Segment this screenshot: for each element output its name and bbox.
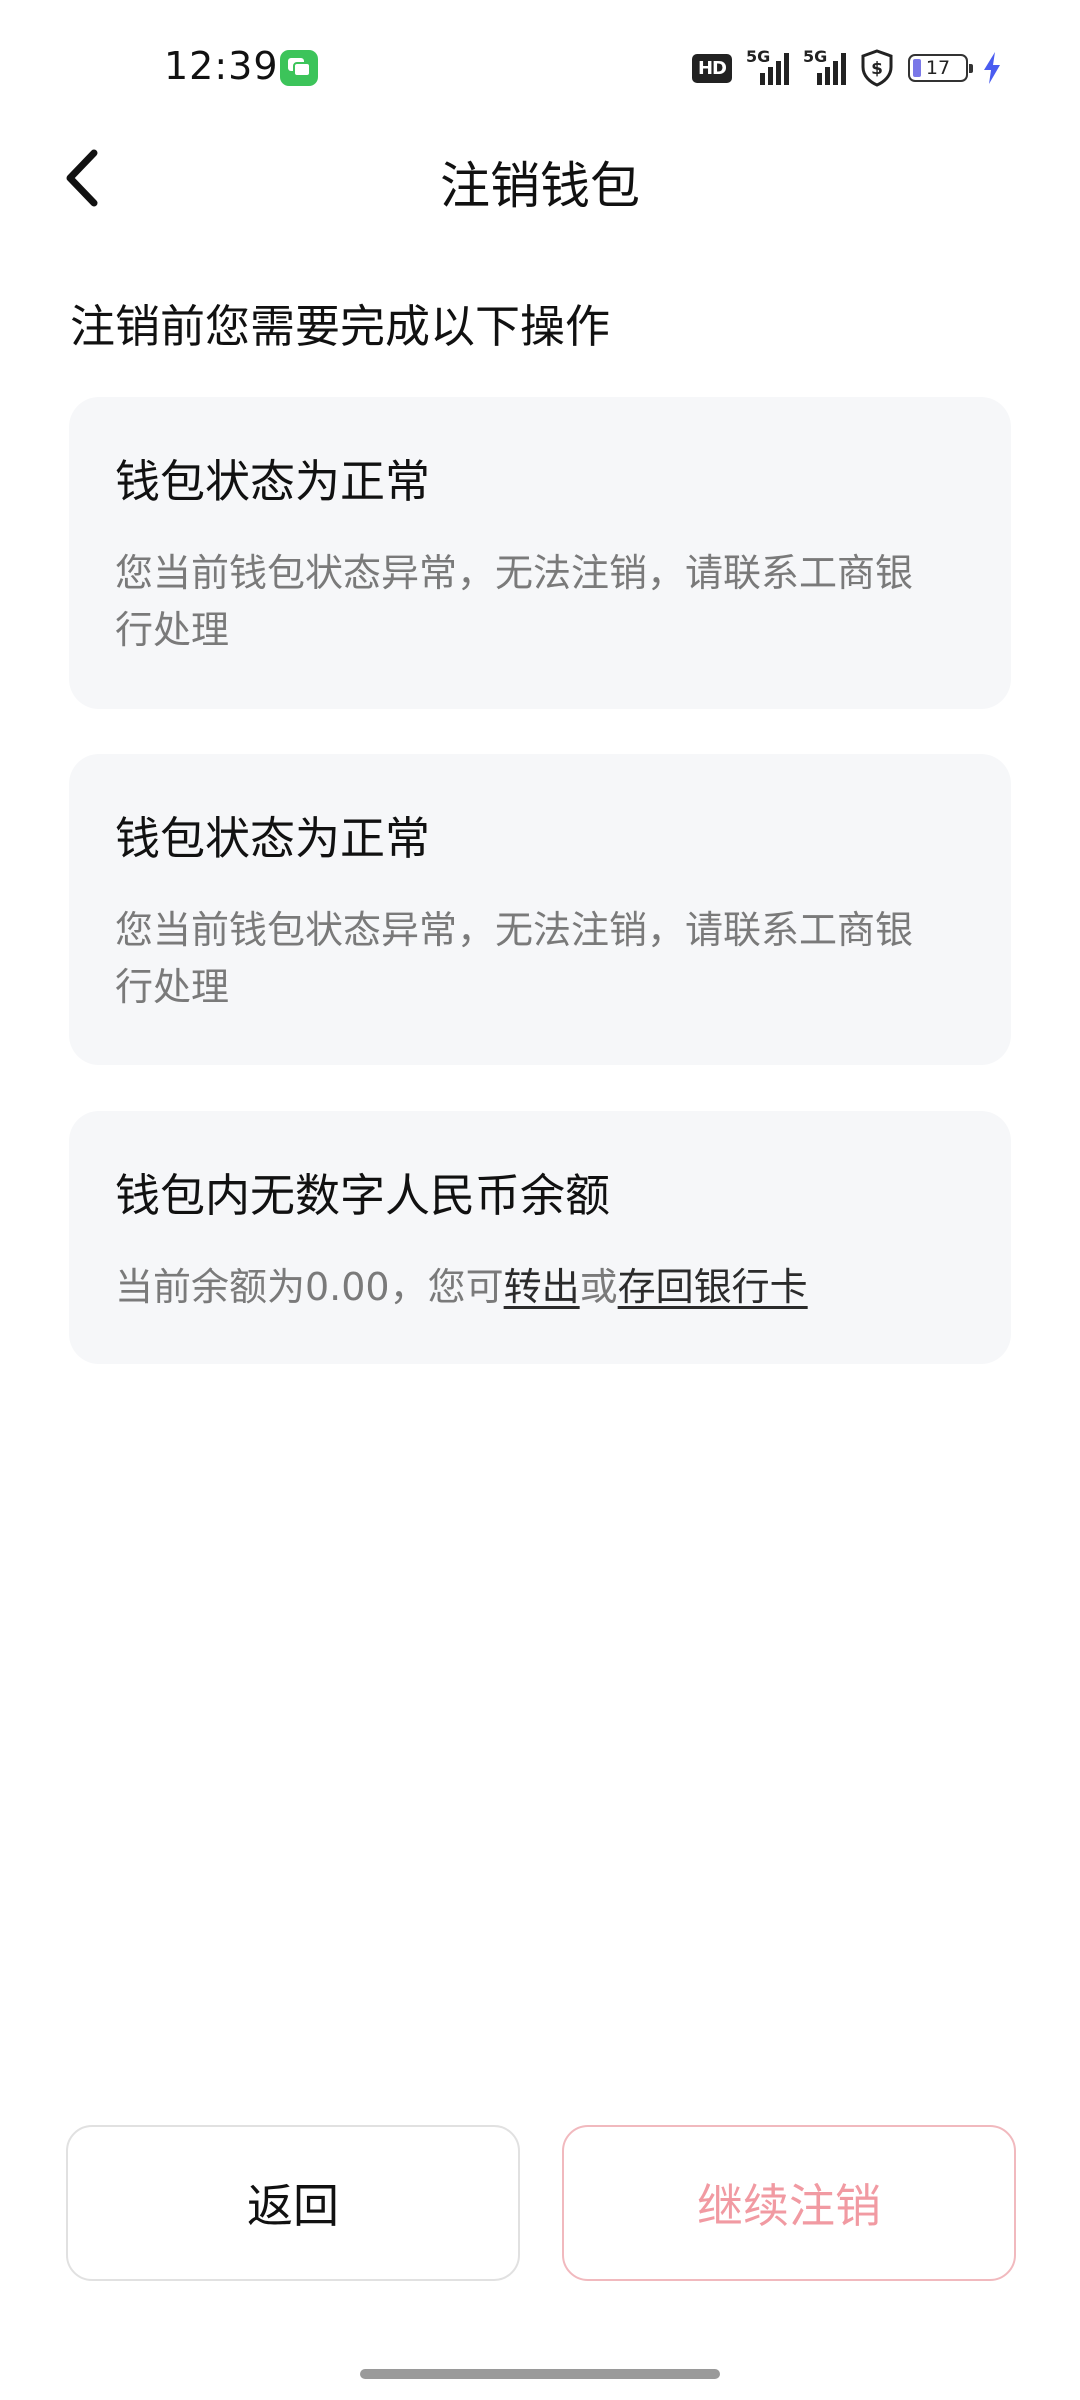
card-title: 钱包状态为正常: [115, 455, 431, 508]
balance-text: 当前余额为0.00，您可: [115, 1265, 504, 1309]
return-button[interactable]: 返回: [66, 2125, 520, 2281]
deposit-to-bank-card-link[interactable]: 存回银行卡: [618, 1265, 808, 1309]
svg-text:$: $: [871, 59, 883, 79]
card-description-line: 您当前钱包状态异常，无法注销，请联系工商银: [115, 551, 914, 595]
requirement-card-balance: 钱包内无数字人民币余额 当前余额为0.00，您可转出或存回银行卡: [69, 1111, 1011, 1364]
screen: 12:39 HD 5G 5G $ 17 注销钱包 注销前您需要完成以下操作 钱包…: [0, 0, 1080, 2400]
status-bar: 12:39 HD 5G 5G $ 17: [0, 0, 1080, 140]
home-indicator[interactable]: [360, 2369, 720, 2379]
card-description: 您当前钱包状态异常，无法注销，请联系工商银 行处理: [115, 902, 951, 1016]
battery-level: 17: [925, 57, 951, 79]
requirement-card-status: 钱包状态为正常 您当前钱包状态异常，无法注销，请联系工商银 行处理: [69, 397, 1011, 709]
card-description-line: 行处理: [115, 965, 230, 1009]
status-indicators: HD 5G 5G $ 17: [691, 47, 1002, 88]
signal-strength-icon-2: 5G: [803, 47, 846, 85]
requirement-card-status-2: 钱包状态为正常 您当前钱包状态异常，无法注销，请联系工商银 行处理: [69, 754, 1011, 1065]
card-title: 钱包内无数字人民币余额: [115, 1169, 611, 1222]
network-type-label-2: 5G: [803, 47, 828, 66]
or-text: 或: [579, 1265, 618, 1309]
page-title: 注销钱包: [440, 157, 640, 215]
transfer-out-link[interactable]: 转出: [504, 1265, 580, 1309]
hd-voice-icon: HD: [691, 53, 732, 83]
continue-cancel-button[interactable]: 继续注销: [562, 2125, 1016, 2281]
network-type-label: 5G: [746, 47, 771, 66]
battery-icon: 17: [908, 54, 973, 82]
signal-strength-icon: 5G: [746, 47, 789, 85]
card-title: 钱包状态为正常: [115, 812, 431, 865]
card-description: 您当前钱包状态异常，无法注销，请联系工商银 行处理: [115, 545, 951, 659]
message-app-icon: [280, 50, 318, 86]
card-description: 当前余额为0.00，您可转出或存回银行卡: [115, 1259, 951, 1316]
card-description-line: 您当前钱包状态异常，无法注销，请联系工商银: [115, 908, 914, 952]
section-subtitle: 注销前您需要完成以下操作: [70, 300, 611, 353]
card-description-line: 行处理: [115, 608, 230, 652]
shield-dollar-icon: $: [861, 49, 893, 87]
status-time: 12:39: [164, 44, 279, 88]
charging-icon: [984, 52, 1000, 84]
